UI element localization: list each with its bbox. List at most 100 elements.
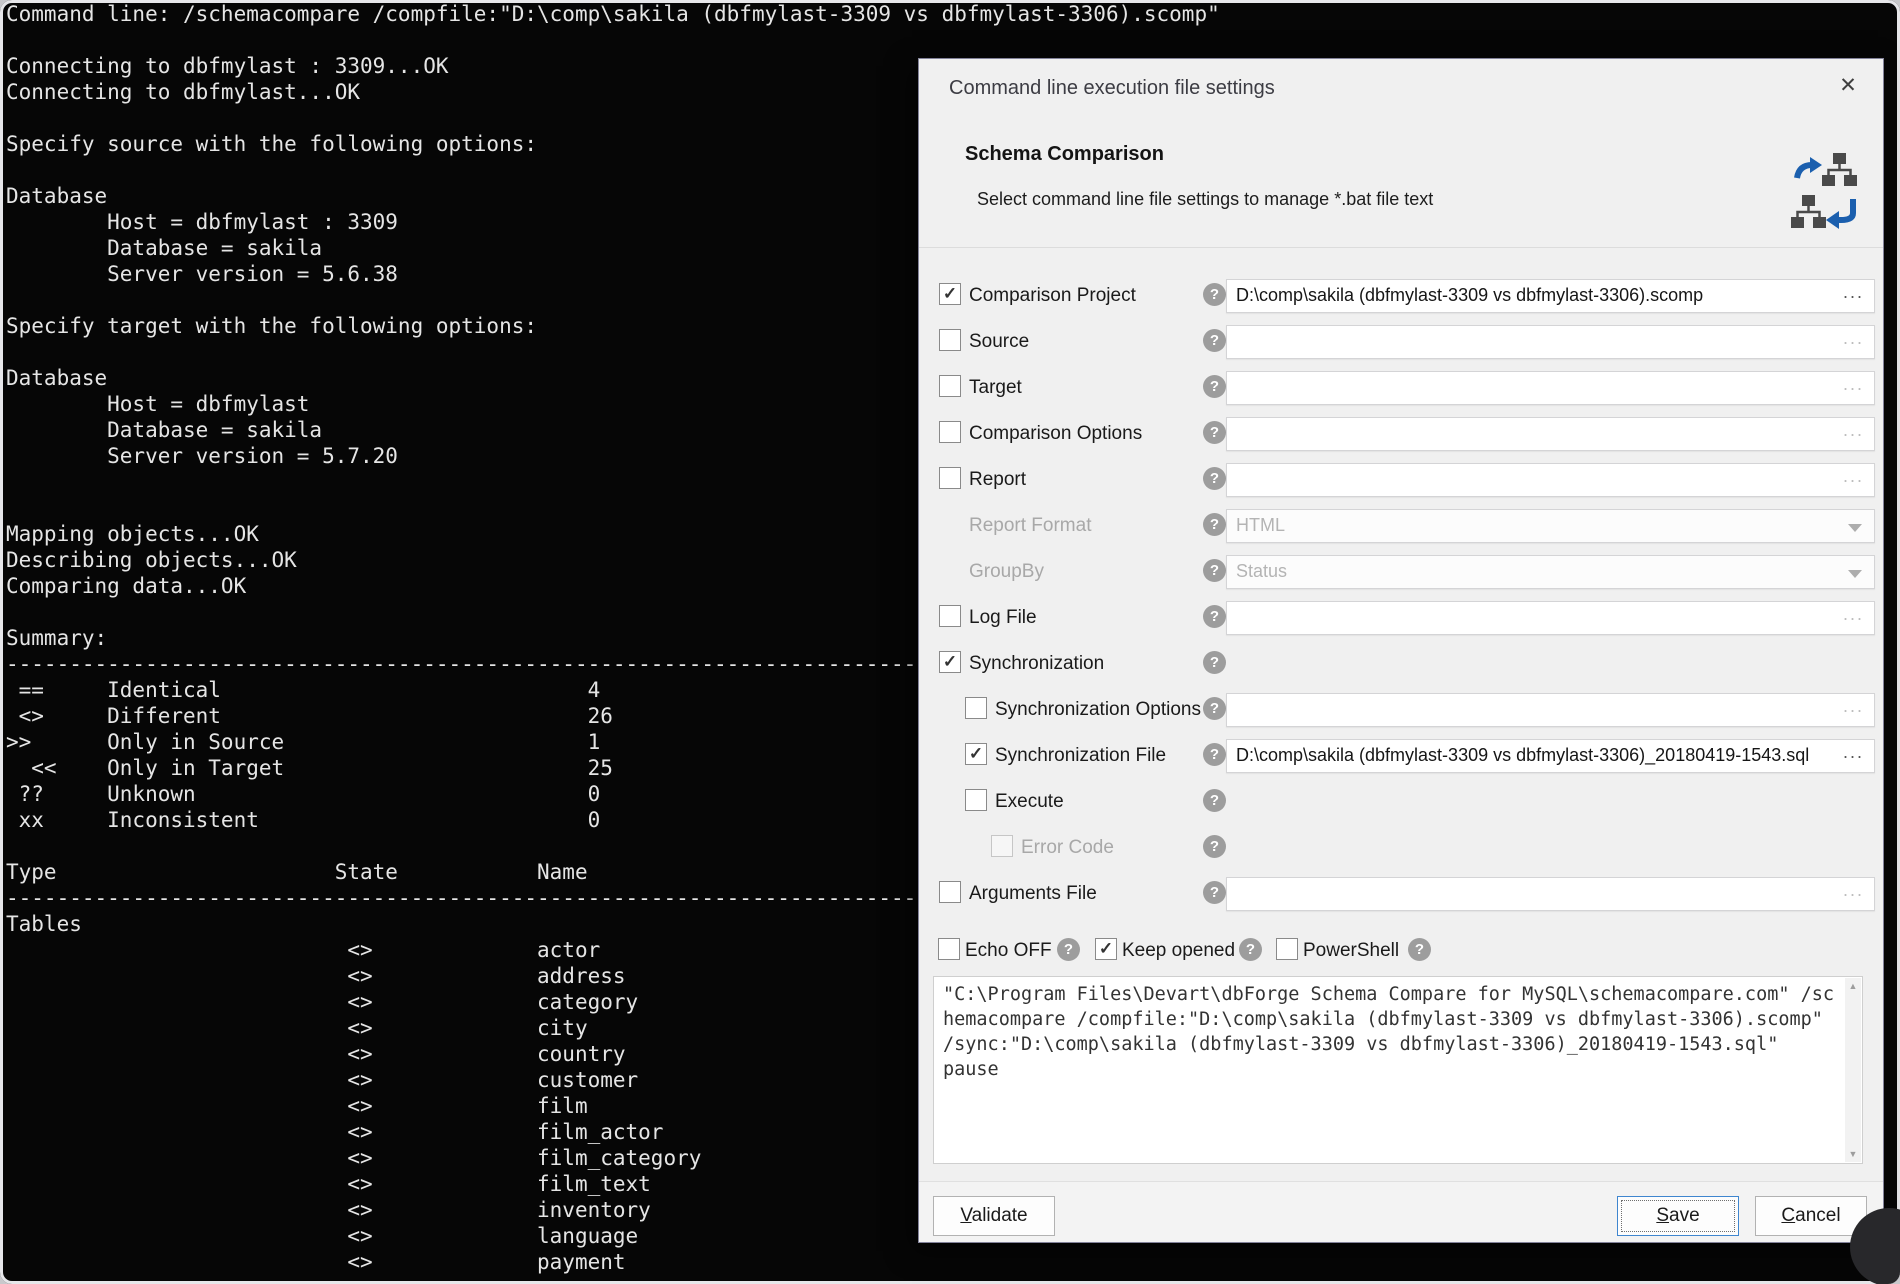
row-error-code: Error Code ? bbox=[919, 825, 1883, 871]
help-icon[interactable]: ? bbox=[1408, 938, 1431, 961]
browse-button[interactable]: ... bbox=[1843, 328, 1864, 349]
arguments-file-label: Arguments File bbox=[969, 883, 1097, 905]
help-icon[interactable]: ? bbox=[1239, 938, 1262, 961]
report-format-select: HTML bbox=[1226, 509, 1875, 543]
synchronization-file-checkbox[interactable] bbox=[965, 743, 987, 765]
report-format-value: HTML bbox=[1236, 515, 1834, 536]
help-icon[interactable]: ? bbox=[1203, 283, 1226, 306]
save-button[interactable]: Save bbox=[1617, 1196, 1739, 1236]
validate-button[interactable]: Validate bbox=[933, 1196, 1055, 1236]
section-subtitle: Select command line file settings to man… bbox=[977, 189, 1433, 210]
report-field[interactable]: ... bbox=[1226, 463, 1875, 497]
browse-button[interactable]: ... bbox=[1843, 742, 1864, 763]
synchronization-file-field[interactable]: D:\comp\sakila (dbfmylast-3309 vs dbfmyl… bbox=[1226, 739, 1875, 773]
browse-button[interactable]: ... bbox=[1843, 604, 1864, 625]
arguments-file-field[interactable]: ... bbox=[1226, 877, 1875, 911]
comparison-project-value: D:\comp\sakila (dbfmylast-3309 vs dbfmyl… bbox=[1236, 285, 1834, 306]
dialog-title: Command line execution file settings bbox=[949, 77, 1275, 100]
row-source: Source ? ... bbox=[919, 319, 1883, 365]
target-label: Target bbox=[969, 377, 1022, 399]
groupby-label: GroupBy bbox=[969, 561, 1044, 583]
help-icon[interactable]: ? bbox=[1203, 789, 1226, 812]
row-arguments-file: Arguments File ? ... bbox=[919, 871, 1883, 917]
scroll-down-icon[interactable]: ▼ bbox=[1845, 1146, 1861, 1162]
help-icon[interactable]: ? bbox=[1203, 743, 1226, 766]
error-code-checkbox bbox=[991, 835, 1013, 857]
settings-rows: Comparison Project ? D:\comp\sakila (dbf… bbox=[919, 273, 1883, 917]
help-icon[interactable]: ? bbox=[1203, 421, 1226, 444]
help-icon[interactable]: ? bbox=[1057, 938, 1080, 961]
help-icon[interactable]: ? bbox=[1203, 651, 1226, 674]
echo-off-label: Echo OFF bbox=[965, 940, 1052, 962]
cancel-button[interactable]: Cancel bbox=[1755, 1196, 1867, 1236]
keep-opened-label: Keep opened bbox=[1122, 940, 1235, 962]
source-checkbox[interactable] bbox=[939, 329, 961, 351]
report-label: Report bbox=[969, 469, 1026, 491]
help-icon[interactable]: ? bbox=[1203, 375, 1226, 398]
browse-button[interactable]: ... bbox=[1843, 880, 1864, 901]
close-icon[interactable]: ✕ bbox=[1833, 71, 1863, 101]
save-label: Save bbox=[1618, 1205, 1738, 1227]
browse-button[interactable]: ... bbox=[1843, 374, 1864, 395]
help-icon[interactable]: ? bbox=[1203, 835, 1226, 858]
groupby-select: Status bbox=[1226, 555, 1875, 589]
app-window: Command line: /schemacompare /compfile:"… bbox=[0, 0, 1900, 1284]
groupby-value: Status bbox=[1236, 561, 1834, 582]
execution-options-row: Echo OFF ? Keep opened ? PowerShell ? bbox=[919, 935, 1883, 965]
execute-checkbox[interactable] bbox=[965, 789, 987, 811]
row-log-file: Log File ? ... bbox=[919, 595, 1883, 641]
browse-button[interactable]: ... bbox=[1843, 420, 1864, 441]
help-icon[interactable]: ? bbox=[1203, 559, 1226, 582]
error-code-label: Error Code bbox=[1021, 837, 1114, 859]
scrollbar[interactable]: ▲ ▼ bbox=[1845, 978, 1861, 1162]
target-field[interactable]: ... bbox=[1226, 371, 1875, 405]
synchronization-options-field[interactable]: ... bbox=[1226, 693, 1875, 727]
header-separator bbox=[919, 247, 1883, 248]
validate-label: Validate bbox=[934, 1205, 1054, 1227]
powershell-checkbox[interactable] bbox=[1276, 938, 1298, 960]
log-file-label: Log File bbox=[969, 607, 1037, 629]
comparison-project-checkbox[interactable] bbox=[939, 283, 961, 305]
row-comparison-project: Comparison Project ? D:\comp\sakila (dbf… bbox=[919, 273, 1883, 319]
help-icon[interactable]: ? bbox=[1203, 513, 1226, 536]
help-icon[interactable]: ? bbox=[1203, 467, 1226, 490]
report-checkbox[interactable] bbox=[939, 467, 961, 489]
help-icon[interactable]: ? bbox=[1203, 881, 1226, 904]
cancel-label: Cancel bbox=[1756, 1205, 1866, 1227]
comparison-options-checkbox[interactable] bbox=[939, 421, 961, 443]
comparison-options-field[interactable]: ... bbox=[1226, 417, 1875, 451]
bat-file-text: "C:\Program Files\Devart\dbForge Schema … bbox=[943, 982, 1838, 1159]
row-synchronization-file: Synchronization File ? D:\comp\sakila (d… bbox=[919, 733, 1883, 779]
report-format-label: Report Format bbox=[969, 515, 1091, 537]
help-icon[interactable]: ? bbox=[1203, 605, 1226, 628]
row-synchronization-options: Synchronization Options ? ... bbox=[919, 687, 1883, 733]
comparison-project-field[interactable]: D:\comp\sakila (dbfmylast-3309 vs dbfmyl… bbox=[1226, 279, 1875, 313]
arguments-file-checkbox[interactable] bbox=[939, 881, 961, 903]
echo-off-checkbox[interactable] bbox=[938, 938, 960, 960]
log-file-checkbox[interactable] bbox=[939, 605, 961, 627]
browse-button[interactable]: ... bbox=[1843, 696, 1864, 717]
help-icon[interactable]: ? bbox=[1203, 697, 1226, 720]
browse-button[interactable]: ... bbox=[1843, 466, 1864, 487]
row-target: Target ? ... bbox=[919, 365, 1883, 411]
target-checkbox[interactable] bbox=[939, 375, 961, 397]
row-execute: Execute ? bbox=[919, 779, 1883, 825]
synchronization-checkbox[interactable] bbox=[939, 651, 961, 673]
bat-file-text-area[interactable]: "C:\Program Files\Devart\dbForge Schema … bbox=[933, 976, 1863, 1164]
keep-opened-checkbox[interactable] bbox=[1095, 938, 1117, 960]
command-line-settings-dialog: Command line execution file settings ✕ S… bbox=[918, 58, 1884, 1243]
comparison-options-label: Comparison Options bbox=[969, 423, 1142, 445]
row-report: Report ? ... bbox=[919, 457, 1883, 503]
comparison-project-label: Comparison Project bbox=[969, 285, 1136, 307]
synchronization-file-value: D:\comp\sakila (dbfmylast-3309 vs dbfmyl… bbox=[1236, 745, 1834, 766]
log-file-field[interactable]: ... bbox=[1226, 601, 1875, 635]
browse-button[interactable]: ... bbox=[1843, 282, 1864, 303]
row-groupby: GroupBy ? Status bbox=[919, 549, 1883, 595]
row-comparison-options: Comparison Options ? ... bbox=[919, 411, 1883, 457]
source-field[interactable]: ... bbox=[1226, 325, 1875, 359]
help-icon[interactable]: ? bbox=[1203, 329, 1226, 352]
synchronization-options-label: Synchronization Options bbox=[995, 699, 1201, 721]
scroll-up-icon[interactable]: ▲ bbox=[1845, 978, 1861, 994]
synchronization-options-checkbox[interactable] bbox=[965, 697, 987, 719]
chevron-down-icon bbox=[1848, 570, 1862, 578]
